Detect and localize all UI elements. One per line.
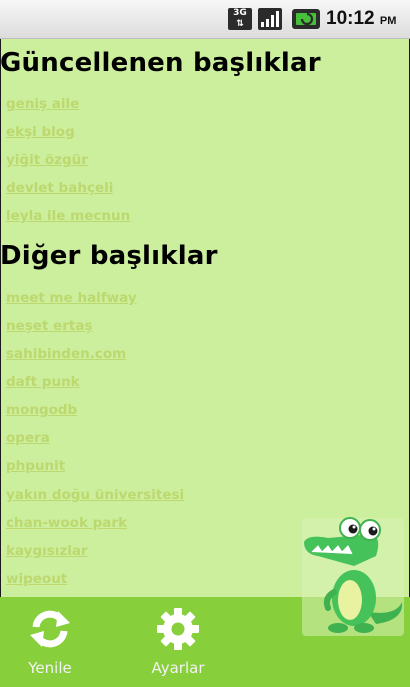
topic-link[interactable]: opera: [6, 430, 50, 446]
topic-link[interactable]: sahibinden.com: [6, 346, 126, 362]
refresh-icon: [30, 610, 70, 648]
topic-link[interactable]: wipeout: [6, 571, 67, 587]
settings-button[interactable]: Ayarlar: [146, 607, 210, 677]
updated-topics-title: Güncellenen başlıklar: [0, 48, 321, 78]
crocodile-mascot: [302, 517, 404, 636]
topic-link[interactable]: chan-wook park: [6, 515, 127, 531]
topic-link[interactable]: kaygısızlar: [6, 543, 88, 559]
clock: 10:12 PM: [326, 8, 397, 29]
status-bar: 3G ⇅ 10:12 PM: [0, 0, 410, 39]
battery-icon: [292, 9, 320, 29]
topic-link[interactable]: devlet bahçeli: [6, 180, 113, 196]
topic-link[interactable]: leyla ile mecnun: [6, 208, 130, 224]
network-3g-icon: 3G ⇅: [228, 8, 252, 30]
topic-link[interactable]: daft punk: [6, 374, 80, 390]
topic-link[interactable]: meet me halfway: [6, 290, 137, 306]
topic-link[interactable]: mongodb: [6, 402, 77, 418]
settings-label: Ayarlar: [151, 659, 205, 677]
other-topics-title: Diğer başlıklar: [0, 241, 218, 271]
topic-link[interactable]: neşet ertaş: [6, 318, 93, 334]
topic-link[interactable]: ekşi blog: [6, 124, 75, 140]
topic-link[interactable]: phpunit: [6, 458, 65, 474]
refresh-label: Yenile: [28, 659, 72, 677]
topic-link[interactable]: geniş aile: [6, 96, 79, 112]
signal-icon: [258, 8, 282, 30]
topic-link[interactable]: yakın doğu üniversitesi: [6, 487, 184, 503]
refresh-button[interactable]: Yenile: [22, 607, 78, 677]
topic-link[interactable]: yiğit özgür: [6, 152, 88, 168]
gear-icon: [157, 608, 199, 650]
